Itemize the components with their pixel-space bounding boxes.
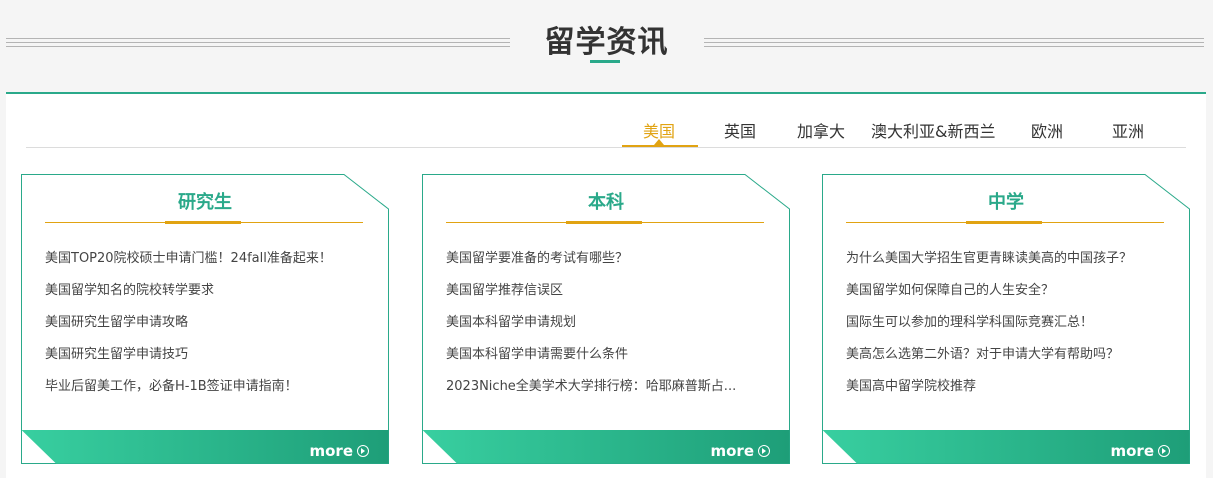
card-undergraduate: 本科 美国留学要准备的考试有哪些？ 美国留学推荐信误区 美国本科留学申请规划 美… xyxy=(422,174,790,464)
tab-canada[interactable]: 加拿大 xyxy=(797,118,845,142)
more-label: more xyxy=(710,442,754,460)
more-label: more xyxy=(1110,442,1154,460)
news-link[interactable]: 国际生可以参加的理科学科国际竞赛汇总！ xyxy=(846,314,1166,346)
tab-uk[interactable]: 英国 xyxy=(724,118,756,142)
region-tabs: 美国 英国 加拿大 澳大利亚&新西兰 欧洲 亚洲 xyxy=(26,94,1186,148)
card-title-accent xyxy=(566,221,642,224)
tab-europe[interactable]: 欧洲 xyxy=(1031,118,1063,142)
news-link[interactable]: 美国研究生留学申请技巧 xyxy=(45,346,365,378)
card-title-accent xyxy=(165,221,241,224)
more-button[interactable]: more xyxy=(710,442,770,460)
card-title: 中学 xyxy=(988,192,1024,213)
news-link[interactable]: 2023Niche全美学术大学排行榜：哈耶麻普斯占... xyxy=(446,378,766,410)
card-title: 本科 xyxy=(588,192,624,213)
news-list: 美国TOP20院校硕士申请门槛！24fall准备起来！ 美国留学知名的院校转学要… xyxy=(45,250,365,410)
more-label: more xyxy=(309,442,353,460)
news-link[interactable]: 美国留学知名的院校转学要求 xyxy=(45,282,365,314)
news-link[interactable]: 美国留学如何保障自己的人生安全？ xyxy=(846,282,1166,314)
news-link[interactable]: 美高怎么选第二外语？对于申请大学有帮助吗？ xyxy=(846,346,1166,378)
news-link[interactable]: 为什么美国大学招生官更青睐读美高的中国孩子？ xyxy=(846,250,1166,282)
card-title: 研究生 xyxy=(178,192,232,213)
section-header: 留学资讯 xyxy=(0,0,1213,92)
active-tab-indicator xyxy=(622,145,698,147)
title-underline xyxy=(590,60,620,63)
tab-asia[interactable]: 亚洲 xyxy=(1112,118,1144,142)
news-list: 为什么美国大学招生官更青睐读美高的中国孩子？ 美国留学如何保障自己的人生安全？ … xyxy=(846,250,1166,410)
card-high-school: 中学 为什么美国大学招生官更青睐读美高的中国孩子？ 美国留学如何保障自己的人生安… xyxy=(822,174,1190,464)
card-graduate: 研究生 美国TOP20院校硕士申请门槛！24fall准备起来！ 美国留学知名的院… xyxy=(21,174,389,464)
arrow-circle-right-icon xyxy=(1158,445,1170,457)
news-panel: 美国 英国 加拿大 澳大利亚&新西兰 欧洲 亚洲 研究生 美国TOP20院校硕士… xyxy=(6,92,1206,478)
more-button[interactable]: more xyxy=(1110,442,1170,460)
news-link[interactable]: 美国本科留学申请需要什么条件 xyxy=(446,346,766,378)
card-title-accent xyxy=(966,221,1042,224)
news-list: 美国留学要准备的考试有哪些？ 美国留学推荐信误区 美国本科留学申请规划 美国本科… xyxy=(446,250,766,410)
header-decor-lines-right xyxy=(704,38,1204,50)
arrow-circle-right-icon xyxy=(758,445,770,457)
news-link[interactable]: 毕业后留美工作，必备H-1B签证申请指南！ xyxy=(45,378,365,410)
news-link[interactable]: 美国TOP20院校硕士申请门槛！24fall准备起来！ xyxy=(45,250,365,282)
tab-australia-nz[interactable]: 澳大利亚&新西兰 xyxy=(871,118,995,142)
news-link[interactable]: 美国本科留学申请规划 xyxy=(446,314,766,346)
news-link[interactable]: 美国高中留学院校推荐 xyxy=(846,378,1166,410)
arrow-circle-right-icon xyxy=(357,445,369,457)
news-link[interactable]: 美国留学要准备的考试有哪些？ xyxy=(446,250,766,282)
more-button[interactable]: more xyxy=(309,442,369,460)
news-link[interactable]: 美国研究生留学申请攻略 xyxy=(45,314,365,346)
news-link[interactable]: 美国留学推荐信误区 xyxy=(446,282,766,314)
